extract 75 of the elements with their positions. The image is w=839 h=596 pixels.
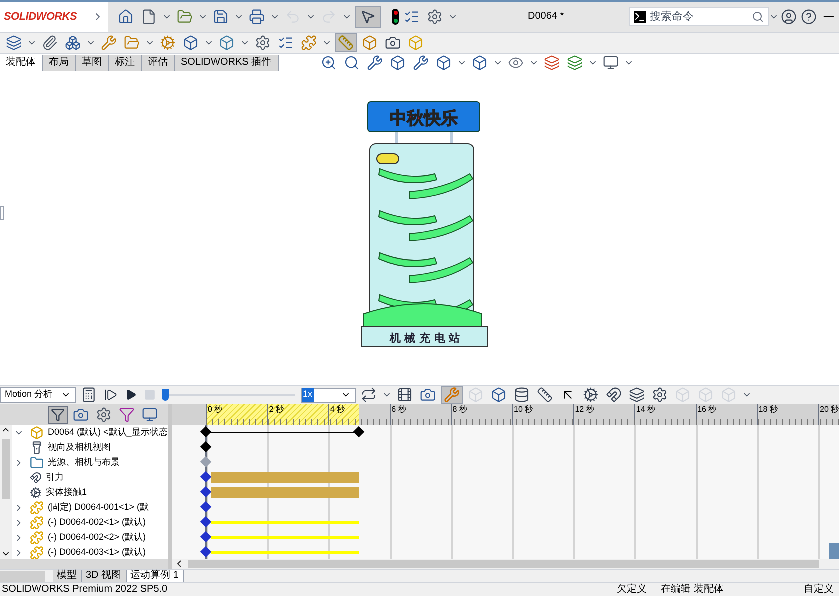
key-point-icon[interactable] [200, 501, 212, 513]
ribbon-tab[interactable]: SOLIDWORKS 插件 [175, 54, 279, 71]
time-tick-label: 0 秒 [208, 404, 223, 416]
time-tick-label: 2 秒 [269, 404, 284, 416]
timeline-scrollbar[interactable] [172, 559, 839, 569]
brand-logo: SOLIDWORKS [4, 10, 78, 25]
slider-thumb[interactable] [162, 389, 169, 401]
ruler-button[interactable] [335, 33, 357, 52]
time-tick-label: 12 秒 [575, 404, 594, 416]
open-folder-icon[interactable] [175, 8, 195, 26]
key-point-icon[interactable] [200, 516, 212, 528]
ribbon-tab[interactable]: 布局 [43, 54, 76, 71]
folder-icon[interactable] [122, 34, 142, 52]
filter-selected-icon[interactable] [117, 406, 137, 424]
key-point-icon[interactable] [200, 441, 212, 453]
gear-icon[interactable] [158, 34, 178, 52]
key-point-icon[interactable] [200, 531, 212, 543]
tree-item[interactable]: 光源、相机与布景 [48, 456, 120, 470]
tree-item[interactable]: (-) D0064-003<1> (默认) [48, 546, 146, 559]
search-field[interactable]: 搜索命令 [650, 8, 748, 26]
tree-item[interactable]: (-) D0064-002<2> (默认) [48, 530, 146, 544]
study-tab[interactable]: 3D 视图 [82, 570, 127, 582]
tree-item[interactable]: D0064 (默认) <默认_显示状态 [48, 426, 168, 440]
search-bar[interactable]: 搜索命令 [629, 7, 769, 26]
base-text: 机 械 充 电 站 [389, 332, 460, 345]
horizontal-scrollbar[interactable] [0, 559, 168, 569]
folder-icon [30, 456, 44, 470]
tree-item[interactable]: 实体接触1 [46, 486, 88, 500]
key-point-icon[interactable] [200, 471, 212, 483]
ribbon-tab[interactable]: 标注 [109, 54, 142, 71]
edit-mode-status: 在编辑 装配体 [661, 582, 724, 596]
time-tick-label: 14 秒 [636, 404, 656, 416]
time-tick-label: 16 秒 [698, 404, 717, 416]
key-point-icon[interactable] [200, 486, 212, 498]
study-type-dropdown[interactable]: Motion 分析 [0, 387, 76, 403]
time-tick-label: 10 秒 [514, 404, 534, 416]
product-version: SOLIDWORKS Premium 2022 SP5.0 [2, 583, 168, 596]
select-button[interactable] [355, 6, 381, 28]
assembly-icon [30, 426, 44, 440]
print-icon[interactable] [247, 8, 267, 26]
ribbon-tab[interactable]: 评估 [142, 54, 175, 71]
panel-handle[interactable] [0, 206, 4, 220]
study-tab[interactable]: 模型 [53, 570, 82, 582]
user-icon[interactable] [779, 8, 799, 26]
speed-dropdown[interactable]: 1x [301, 388, 356, 402]
help-icon[interactable] [799, 8, 819, 26]
tree-item[interactable]: 引力 [46, 470, 64, 484]
tree-scrollbar[interactable] [0, 425, 12, 559]
scroll-left-icon[interactable] [176, 560, 184, 568]
tree-item[interactable]: 视向及相机视图 [48, 440, 111, 454]
key-point-icon[interactable] [200, 546, 212, 558]
tree-item[interactable]: (固定) D0064-001<1> (默 [48, 500, 150, 514]
document-title: D0064 * [528, 10, 564, 24]
ribbon-tab[interactable]: 草图 [76, 54, 109, 71]
time-tick-label: 8 秒 [452, 404, 468, 416]
pattern-icon[interactable] [63, 34, 83, 52]
key-point-icon[interactable] [353, 426, 365, 438]
filter-button[interactable] [48, 406, 68, 424]
traffic-light-icon[interactable] [392, 8, 399, 25]
command-icon [634, 10, 646, 23]
definition-status: 欠定义 [617, 582, 648, 596]
playback-slider[interactable] [165, 389, 295, 401]
sign-text: 中秋快乐 [390, 108, 458, 129]
search-icon [752, 10, 764, 23]
pointer-icon [360, 8, 376, 25]
key-point-icon[interactable] [200, 426, 212, 438]
units-button[interactable]: 自定义 [804, 582, 834, 596]
time-tick-label: 6 秒 [392, 404, 406, 416]
tree-item[interactable]: (-) D0064-002<1> (默认) [48, 516, 146, 530]
time-tick-label: 20 秒 [820, 404, 839, 416]
filter-icon [51, 408, 65, 422]
study-tab[interactable]: 运动算例 1 [126, 570, 184, 582]
time-tick-label: 4 秒 [330, 404, 346, 416]
ruler-icon [338, 34, 354, 51]
time-tick-label: 18 秒 [758, 404, 778, 416]
